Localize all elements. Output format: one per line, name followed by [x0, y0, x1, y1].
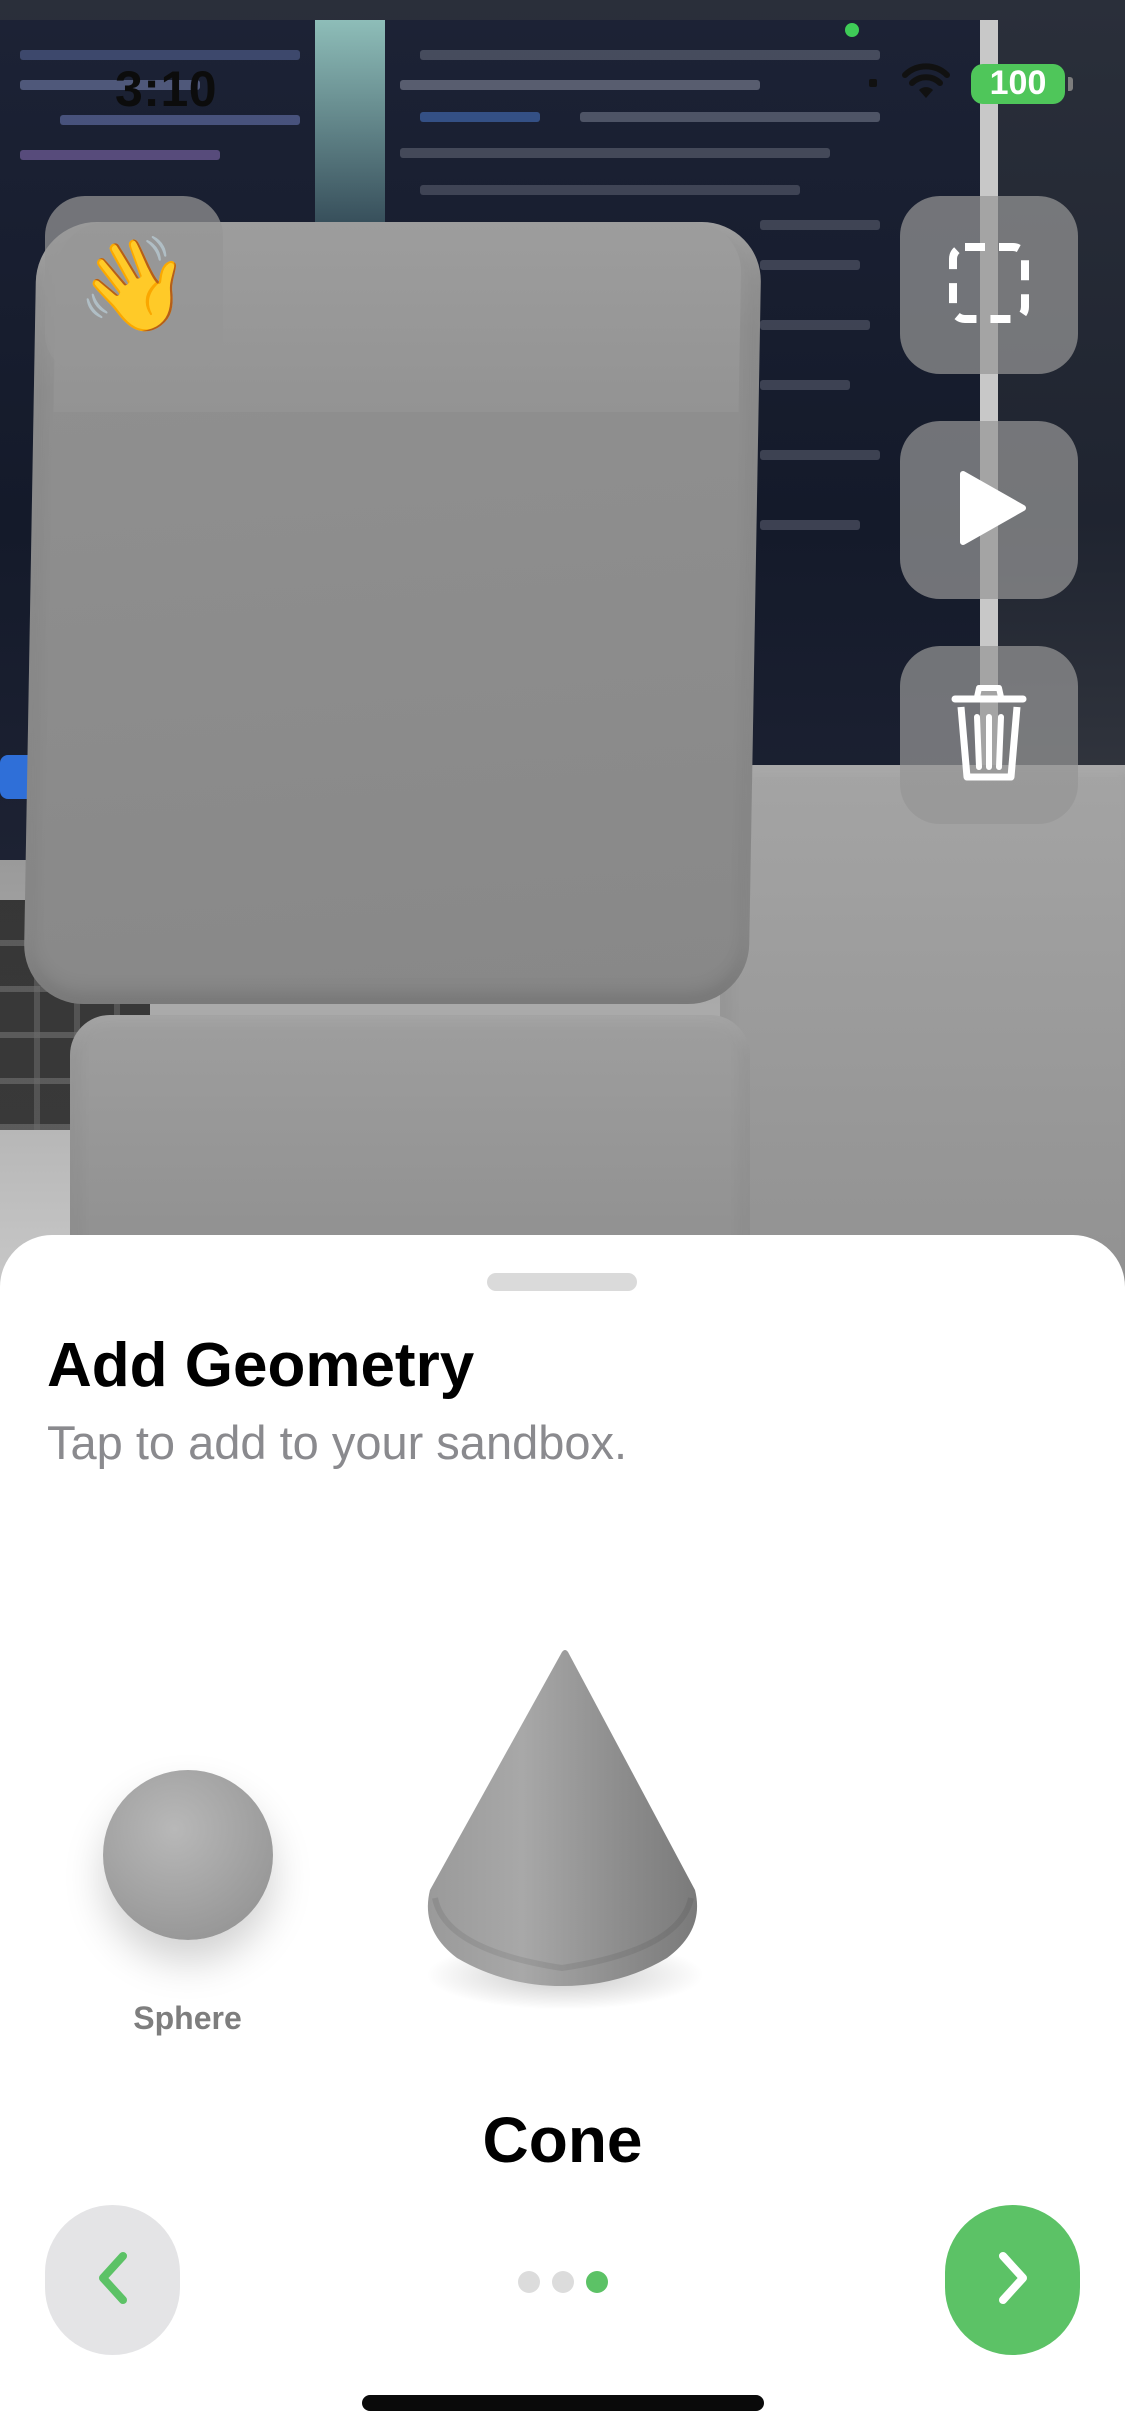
status-time: 3:10: [115, 61, 218, 117]
next-button[interactable]: [945, 2205, 1080, 2355]
cone-preview: [427, 1650, 698, 1986]
dashed-square-icon: [948, 242, 1030, 329]
page-indicator: [518, 2271, 608, 2293]
wave-button[interactable]: 👋: [45, 196, 223, 374]
screen-glare: [315, 20, 385, 250]
battery-indicator: 100: [971, 63, 1073, 104]
home-indicator[interactable]: [362, 2395, 764, 2411]
sheet-title: Add Geometry: [47, 1331, 475, 1400]
ar-sandbox-screen: 3:10 100 👋 Add Geometry Tap to add to yo…: [0, 0, 1125, 2436]
chevron-right-icon: [993, 2248, 1033, 2313]
page-dot[interactable]: [518, 2271, 540, 2293]
add-geometry-sheet: Add Geometry Tap to add to your sandbox.…: [0, 1235, 1125, 2436]
camera-in-use-indicator: [845, 23, 859, 37]
selected-shape-label: Cone: [482, 2104, 643, 2176]
trash-icon: [949, 683, 1029, 788]
page-dot[interactable]: [552, 2271, 574, 2293]
delete-button[interactable]: [900, 646, 1078, 824]
shape-option-sphere[interactable]: Sphere: [95, 1770, 280, 2037]
select-area-button[interactable]: [900, 196, 1078, 374]
geometry-block[interactable]: [720, 765, 1125, 1300]
page-dot-active[interactable]: [586, 2271, 608, 2293]
wifi-icon: [901, 62, 951, 105]
sheet-subtitle: Tap to add to your sandbox.: [47, 1416, 628, 1469]
shape-option-cone[interactable]: [405, 1640, 720, 2020]
previous-button[interactable]: [45, 2205, 180, 2355]
waving-hand-icon: 👋: [76, 234, 192, 336]
sheet-grabber[interactable]: [487, 1273, 637, 1291]
play-icon: [949, 468, 1029, 553]
signal-icon: [867, 74, 881, 93]
status-indicators: 100: [867, 62, 1073, 105]
chevron-left-icon: [93, 2248, 133, 2313]
sphere-preview: [102, 1770, 273, 1940]
play-button[interactable]: [900, 421, 1078, 599]
shape-label-sphere: Sphere: [133, 2000, 242, 2036]
